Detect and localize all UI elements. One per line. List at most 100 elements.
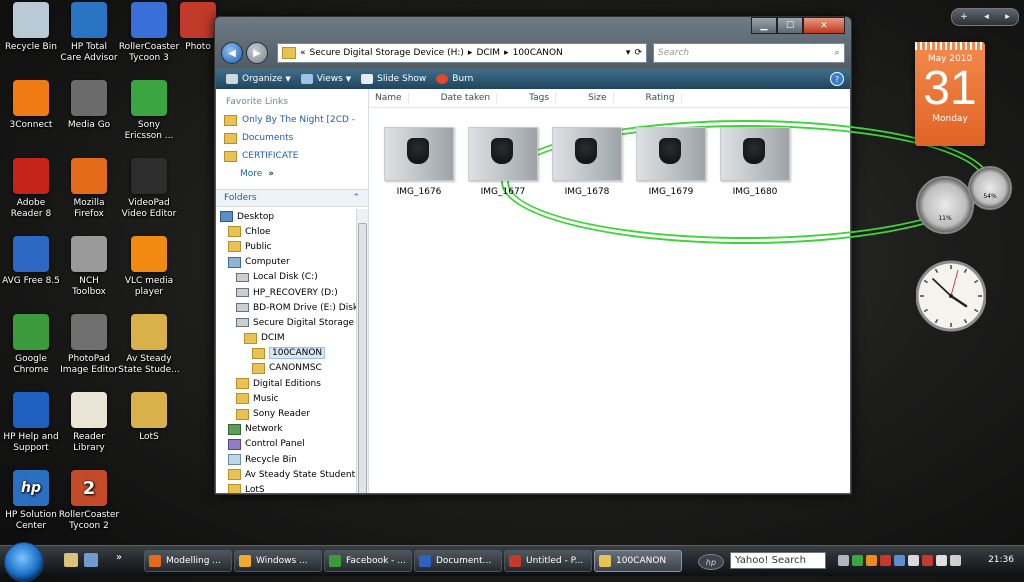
desktop-icon[interactable]: Google Chrome bbox=[0, 314, 62, 376]
cpu-meter-gadget[interactable]: 11% bbox=[916, 176, 974, 234]
column-header[interactable]: Rating bbox=[640, 93, 682, 103]
desktop-icon[interactable]: RollerCoaster Tycoon 3 bbox=[118, 2, 180, 64]
folders-header[interactable]: Folders ⌃ bbox=[216, 189, 368, 207]
tree-item[interactable]: Av Steady State Student N bbox=[216, 467, 356, 482]
tree-item[interactable]: Computer bbox=[216, 255, 356, 270]
address-bar[interactable]: « Secure Digital Storage Device (H:) ▸ D… bbox=[277, 43, 647, 63]
desktop-icon[interactable]: NCH Toolbox bbox=[58, 236, 120, 298]
maximize-button[interactable]: ☐ bbox=[777, 17, 803, 34]
desktop-icon[interactable]: hp HP Solution Center bbox=[0, 470, 62, 532]
tree-item[interactable]: Sony Reader bbox=[216, 406, 356, 421]
help-icon[interactable]: ? bbox=[830, 72, 844, 86]
organize-button[interactable]: Organize ▼ bbox=[226, 74, 291, 84]
tree-item[interactable]: LotS bbox=[216, 482, 356, 493]
desktop-icon[interactable]: PhotoPad Image Editor bbox=[58, 314, 120, 376]
start-button[interactable] bbox=[4, 542, 44, 582]
calendar-gadget[interactable]: May 2010 31 Monday bbox=[915, 42, 985, 146]
tray-app-icon[interactable] bbox=[894, 555, 905, 566]
slideshow-button[interactable]: Slide Show bbox=[361, 74, 426, 84]
favorite-link[interactable]: Documents bbox=[216, 129, 368, 147]
file-thumbnail[interactable]: IMG_1679 bbox=[629, 127, 713, 197]
desktop-icon[interactable]: 3Connect bbox=[0, 80, 62, 131]
back-button[interactable]: ◀ bbox=[221, 42, 243, 64]
add-gadget-button[interactable]: + bbox=[960, 12, 968, 22]
refresh-icon[interactable]: ⟳ bbox=[634, 48, 642, 58]
search-input[interactable]: Search ⌕ bbox=[653, 43, 845, 63]
desktop-icon[interactable]: HP Help and Support bbox=[0, 392, 62, 454]
network-icon[interactable] bbox=[936, 555, 947, 566]
desktop-icon[interactable]: Recycle Bin bbox=[0, 2, 62, 53]
clock-gadget[interactable] bbox=[916, 248, 986, 344]
tree-item[interactable]: Music bbox=[216, 391, 356, 406]
breadcrumb-separator[interactable]: ▸ bbox=[468, 48, 473, 58]
tree-item[interactable]: Local Disk (C:) bbox=[216, 270, 356, 285]
more-link[interactable]: More » bbox=[216, 165, 368, 183]
tray-app-icon[interactable] bbox=[880, 555, 891, 566]
hp-logo[interactable]: hp bbox=[698, 554, 724, 570]
close-button[interactable]: ✕ bbox=[803, 17, 845, 34]
tree-item[interactable]: 100CANON bbox=[216, 346, 356, 361]
desktop-icon[interactable]: Media Go bbox=[58, 80, 120, 131]
desktop-icon[interactable]: Adobe Reader 8 bbox=[0, 158, 62, 220]
tree-item[interactable]: BD-ROM Drive (E:) Disk1 bbox=[216, 300, 356, 315]
clock-time[interactable]: 21:36 bbox=[988, 555, 1014, 565]
column-header[interactable]: Size bbox=[582, 93, 614, 103]
burn-button[interactable]: Burn bbox=[436, 74, 473, 84]
tree-item[interactable]: Desktop bbox=[216, 209, 356, 224]
show-desktop-icon[interactable] bbox=[64, 553, 78, 567]
next-gadget-button[interactable]: ▸ bbox=[1005, 12, 1010, 22]
desktop-icon[interactable]: VideoPad Video Editor bbox=[118, 158, 180, 220]
minimize-button[interactable]: ▁ bbox=[751, 17, 777, 34]
breadcrumb-device[interactable]: Secure Digital Storage Device (H:) bbox=[310, 48, 464, 58]
views-button[interactable]: Views ▼ bbox=[300, 74, 351, 84]
desktop-icon[interactable]: VLC media player bbox=[118, 236, 180, 298]
file-thumbnail[interactable]: IMG_1676 bbox=[377, 127, 461, 197]
column-header[interactable]: Name bbox=[369, 93, 409, 103]
tree-item[interactable]: Network bbox=[216, 422, 356, 437]
desktop-icon[interactable]: Av Steady State Stude... bbox=[118, 314, 180, 376]
tree-item[interactable]: DCIM bbox=[216, 331, 356, 346]
favorite-link[interactable]: CERTIFICATE bbox=[216, 147, 368, 165]
desktop-icon[interactable]: Photo bbox=[178, 2, 218, 53]
memory-meter-gadget[interactable]: 54% bbox=[968, 166, 1012, 210]
breadcrumb-separator[interactable]: ▸ bbox=[504, 48, 509, 58]
file-thumbnail[interactable]: IMG_1678 bbox=[545, 127, 629, 197]
tree-item[interactable]: Secure Digital Storage D bbox=[216, 315, 356, 330]
search-icon[interactable] bbox=[838, 555, 849, 566]
volume-icon[interactable] bbox=[950, 555, 961, 566]
taskbar-button[interactable]: Facebook - ... bbox=[324, 550, 412, 572]
tree-item[interactable]: HP_RECOVERY (D:) bbox=[216, 285, 356, 300]
desktop-icon[interactable]: Reader Library bbox=[58, 392, 120, 454]
address-dropdown-icon[interactable]: ▾ bbox=[626, 48, 631, 58]
scrollbar-thumb[interactable] bbox=[358, 223, 367, 493]
tree-item[interactable]: Recycle Bin bbox=[216, 452, 356, 467]
forward-button[interactable]: ▶ bbox=[246, 42, 268, 64]
desktop-icon[interactable]: 2 RollerCoaster Tycoon 2 bbox=[58, 470, 120, 532]
desktop-icon[interactable]: AVG Free 8.5 bbox=[0, 236, 62, 287]
tray-app-icon[interactable] bbox=[922, 555, 933, 566]
favorite-link[interactable]: Only By The Night [2CD - bbox=[216, 111, 368, 129]
column-header[interactable]: Tags bbox=[523, 93, 557, 103]
taskbar-button[interactable]: Windows ... bbox=[234, 550, 322, 572]
yahoo-search-box[interactable]: Yahoo! Search bbox=[730, 552, 826, 569]
tree-scrollbar[interactable] bbox=[356, 209, 368, 493]
breadcrumb-100canon[interactable]: 100CANON bbox=[513, 48, 563, 58]
tray-app-icon[interactable] bbox=[852, 555, 863, 566]
tree-item[interactable]: CANONMSC bbox=[216, 361, 356, 376]
desktop-icon[interactable]: Mozilla Firefox bbox=[58, 158, 120, 220]
quick-launch-overflow[interactable]: » bbox=[116, 552, 122, 563]
search-icon[interactable]: ⌕ bbox=[830, 48, 844, 58]
tree-item[interactable]: Public bbox=[216, 239, 356, 254]
taskbar-button[interactable]: Modelling ... bbox=[144, 550, 232, 572]
prev-gadget-button[interactable]: ◂ bbox=[984, 12, 989, 22]
file-thumbnail[interactable]: IMG_1677 bbox=[461, 127, 545, 197]
taskbar-button[interactable]: Untitled - P... bbox=[504, 550, 592, 572]
file-thumbnail[interactable]: IMG_1680 bbox=[713, 127, 797, 197]
tray-app-icon[interactable] bbox=[908, 555, 919, 566]
tray-app-icon[interactable] bbox=[866, 555, 877, 566]
tree-item[interactable]: Chloe bbox=[216, 224, 356, 239]
desktop-icon[interactable]: Sony Ericsson ... bbox=[118, 80, 180, 142]
tree-item[interactable]: Digital Editions bbox=[216, 376, 356, 391]
breadcrumb-dcim[interactable]: DCIM bbox=[476, 48, 500, 58]
desktop-icon[interactable]: HP Total Care Advisor bbox=[58, 2, 120, 64]
